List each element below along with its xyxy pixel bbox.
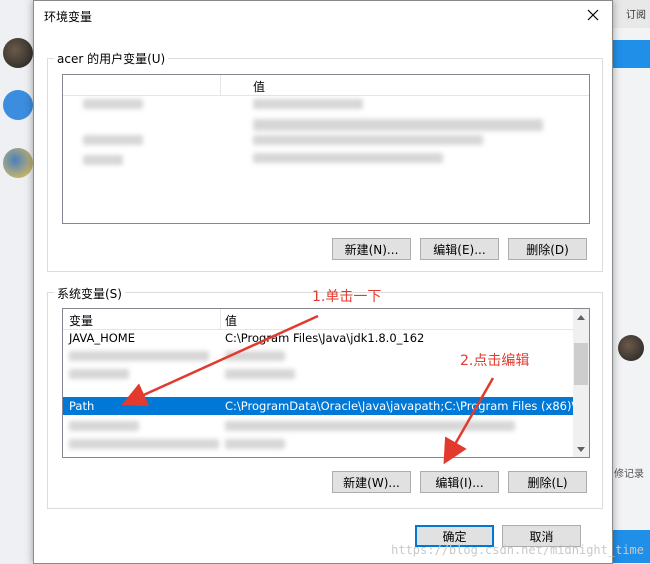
arrow-to-edit-button	[443, 377, 495, 465]
watermark: https://blog.csdn.net/midnight_time	[391, 543, 644, 557]
arrow-to-path-row	[121, 314, 319, 407]
annotation-arrows	[121, 314, 495, 465]
